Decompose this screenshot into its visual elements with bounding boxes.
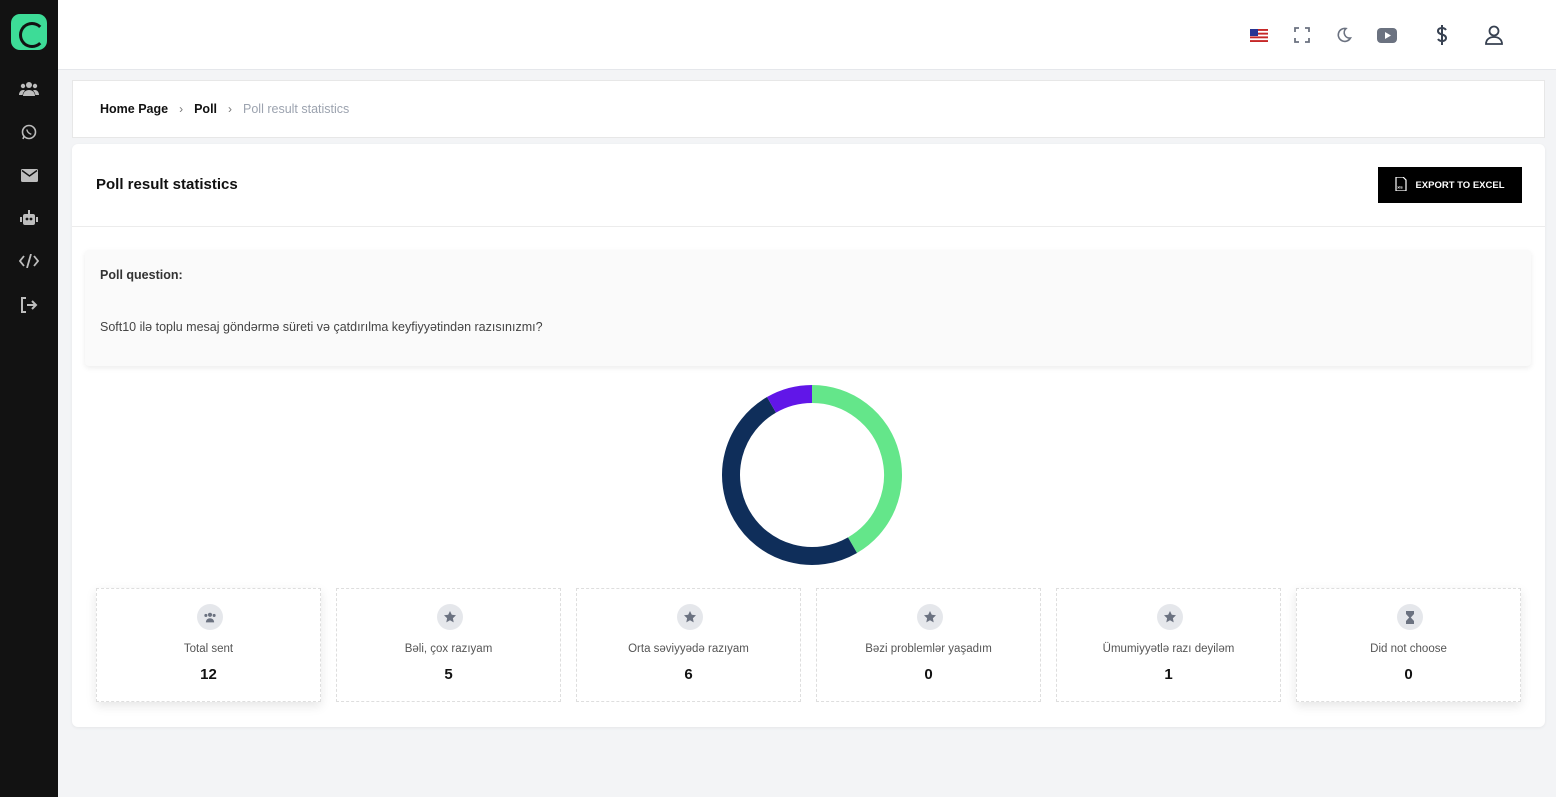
topbar [58,0,1556,70]
donut-chart [722,385,902,565]
hourglass-icon [1397,604,1423,630]
breadcrumb-home[interactable]: Home Page [100,102,168,116]
youtube-icon[interactable] [1376,24,1398,46]
users-icon[interactable] [18,78,40,100]
poll-stats-card: Poll result statistics xls EXPORT TO EXC… [72,144,1545,727]
stat-label: Orta səviyyədə razıyam [628,643,749,655]
stat-label: Total sent [183,643,234,655]
stat-card-total-sent: Total sent 12 [96,588,321,702]
chevron-right-icon: › [179,102,184,116]
dollar-icon[interactable] [1431,24,1453,46]
envelope-icon[interactable] [18,164,40,186]
donut-slice[interactable] [767,385,813,413]
star-icon [1157,604,1183,630]
export-label: EXPORT TO EXCEL [1415,179,1505,191]
svg-text:xls: xls [1398,184,1404,189]
user-icon[interactable] [1483,24,1505,46]
export-excel-button[interactable]: xls EXPORT TO EXCEL [1378,167,1522,203]
code-icon[interactable] [18,250,40,272]
page-title: Poll result statistics [96,176,238,193]
app-logo[interactable] [11,14,47,50]
stat-card-did-not-choose: Did not choose 0 [1296,588,1521,702]
star-icon [917,604,943,630]
us-flag-icon[interactable] [1248,24,1270,46]
stat-value: 12 [200,666,217,683]
star-icon [677,604,703,630]
question-label: Poll question: [100,268,183,282]
stat-value: 6 [684,666,693,683]
breadcrumb: Home Page › Poll › Poll result statistic… [72,80,1545,138]
stat-label: Bəzi problemlər yaşadım [865,643,992,655]
question-text: Soft10 ilə toplu mesaj göndərmə süreti v… [100,320,543,334]
moon-icon[interactable] [1333,24,1355,46]
stat-card-option: Orta səviyyədə razıyam 6 [576,588,801,702]
donut-slice[interactable] [811,385,902,553]
stat-card-option: Ümumiyyətlə razı deyiləm 1 [1056,588,1281,702]
donut-slice[interactable] [722,397,857,565]
whatsapp-icon[interactable] [18,121,40,143]
stat-value: 0 [924,666,933,683]
logout-icon[interactable] [18,294,40,316]
stat-card-option: Bəli, çox razıyam 5 [336,588,561,702]
stat-card-option: Bəzi problemlər yaşadım 0 [816,588,1041,702]
breadcrumb-poll[interactable]: Poll [194,102,217,116]
chevron-right-icon: › [228,102,233,116]
card-header: Poll result statistics xls EXPORT TO EXC… [72,144,1545,227]
robot-icon[interactable] [18,207,40,229]
breadcrumb-current: Poll result statistics [243,102,350,116]
stat-value: 1 [1164,666,1173,683]
stat-label: Bəli, çox razıyam [404,643,493,655]
stat-value: 0 [1404,666,1413,683]
sidebar [0,0,58,797]
users-icon [197,604,223,630]
fullscreen-icon[interactable] [1291,24,1313,46]
star-icon [437,604,463,630]
stat-label: Ümumiyyətlə razı deyiləm [1102,643,1235,655]
poll-question-box: Poll question: Soft10 ilə toplu mesaj gö… [85,250,1531,366]
stat-label: Did not choose [1370,643,1447,655]
stat-value: 5 [444,666,453,683]
excel-file-icon: xls [1395,175,1408,194]
